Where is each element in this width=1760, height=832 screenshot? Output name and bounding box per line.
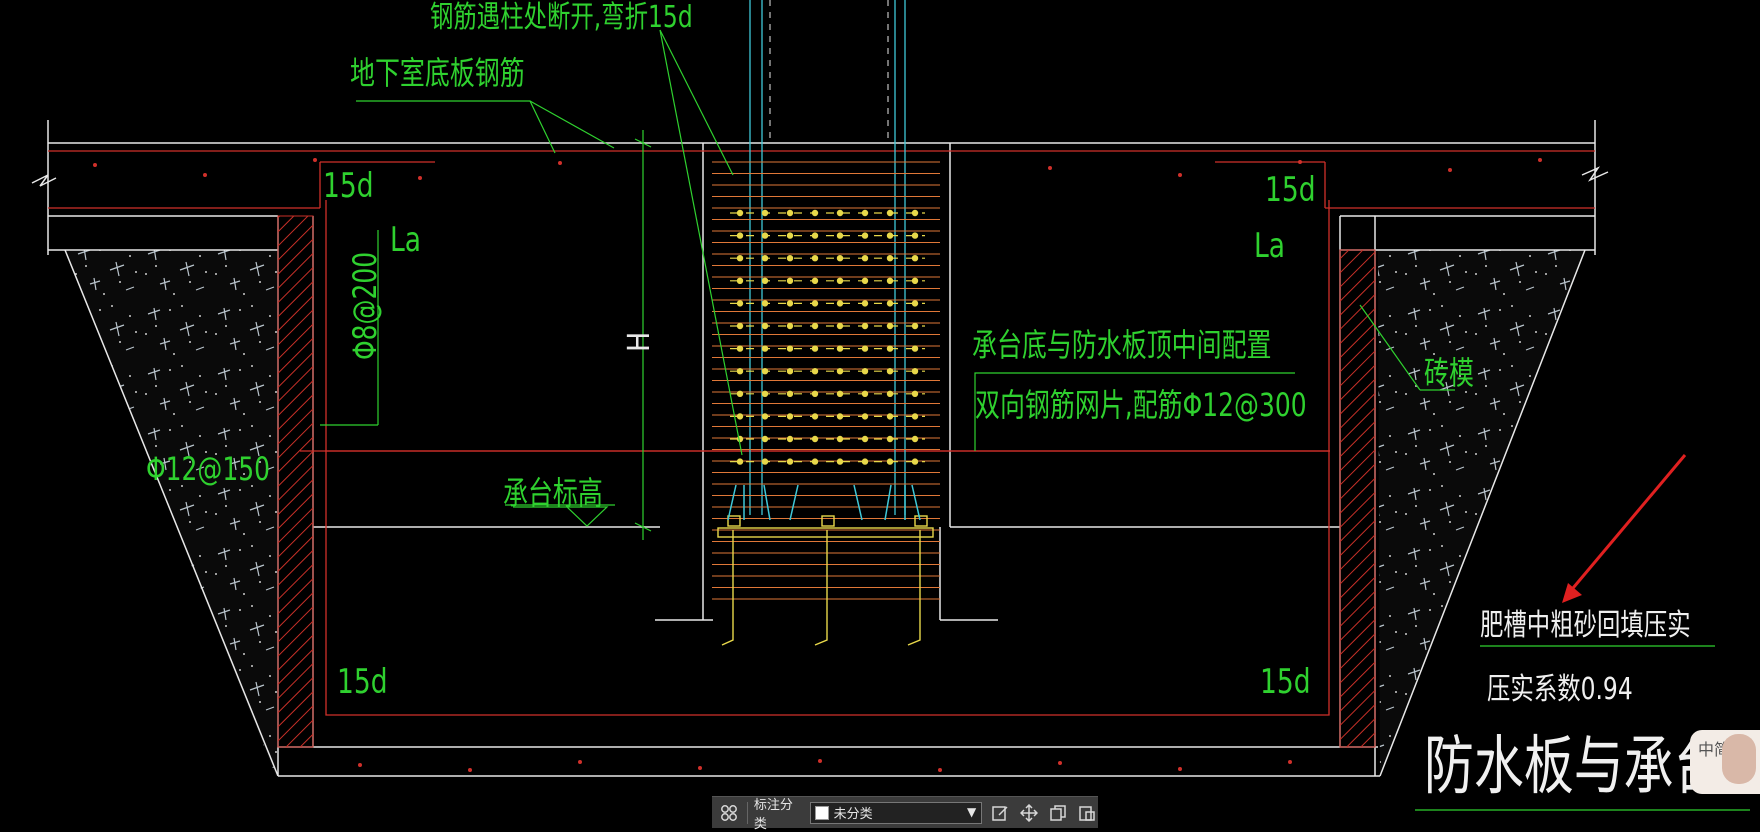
bolt-dot bbox=[786, 345, 794, 352]
red-arrow bbox=[1562, 454, 1687, 603]
bolt-dot bbox=[786, 435, 794, 443]
color-swatch bbox=[814, 805, 829, 820]
bolt-dot bbox=[736, 255, 744, 262]
bolt-dot bbox=[836, 435, 844, 443]
bolt-dot bbox=[836, 322, 844, 330]
label-15d-top-left: 15d bbox=[323, 166, 374, 206]
classify-label: 标注分类 bbox=[753, 797, 793, 832]
note-compaction: 压实系数0.94 bbox=[1487, 672, 1633, 707]
bolt-dot bbox=[836, 458, 844, 465]
toolbar-divider bbox=[746, 801, 748, 824]
bolt-dot bbox=[736, 322, 744, 330]
label-left-bar: Φ12@150 bbox=[146, 450, 271, 488]
bolt-dot bbox=[786, 277, 794, 284]
note-backfill: 肥槽中粗砂回填压实 bbox=[1480, 608, 1691, 643]
bolt-dot bbox=[736, 277, 744, 284]
bolt-dot bbox=[836, 300, 844, 307]
label-cap-elevation: 承台标高 bbox=[503, 474, 603, 512]
bolt-dot bbox=[736, 368, 744, 375]
bolt-dot bbox=[786, 413, 794, 420]
bolt-dot bbox=[786, 232, 794, 239]
bolt-dot bbox=[836, 277, 844, 284]
bolt-dot bbox=[736, 390, 744, 397]
label-stirrup: Φ8@200 bbox=[346, 251, 384, 360]
label-15d-top-right: 15d bbox=[1265, 170, 1316, 210]
bolt-dot bbox=[786, 390, 794, 397]
category-value: 未分类 bbox=[833, 807, 873, 822]
label-brick-form: 砖模 bbox=[1424, 354, 1474, 392]
annotation-toolbar: 标注分类 未分类 ▼ bbox=[712, 796, 1098, 832]
label-dimension-h: H bbox=[622, 331, 657, 352]
ime-badge[interactable]: 中简 bbox=[1690, 730, 1760, 794]
label-15d-bottom-left: 15d bbox=[337, 662, 388, 702]
grid-icon[interactable] bbox=[718, 801, 741, 825]
column-dashed bbox=[769, 0, 889, 140]
bolt-dot bbox=[836, 209, 844, 217]
bolt-dot bbox=[736, 458, 744, 465]
label-mesh-note-1: 承台底与防水板顶中间配置 bbox=[972, 326, 1272, 364]
bolt-dot bbox=[786, 458, 794, 465]
bolt-dot bbox=[836, 232, 844, 239]
bolt-dot bbox=[736, 232, 744, 239]
bolt-dot bbox=[736, 300, 744, 307]
column-base-cyan bbox=[727, 484, 921, 521]
avatar bbox=[1722, 734, 1756, 784]
edit-icon[interactable] bbox=[988, 801, 1011, 825]
label-basement-floor-rebar: 地下室底板钢筋 bbox=[350, 54, 525, 92]
bolt-dot bbox=[786, 300, 794, 307]
bolt-dot bbox=[836, 368, 844, 375]
label-15d-bottom-right: 15d bbox=[1260, 662, 1311, 702]
move-icon[interactable] bbox=[1017, 801, 1040, 825]
bolt-dot bbox=[836, 345, 844, 352]
pier-stirrups bbox=[712, 161, 940, 600]
bolt-dot bbox=[736, 209, 744, 217]
paste-icon[interactable] bbox=[1075, 801, 1098, 825]
bolt-dot bbox=[836, 413, 844, 420]
base-plate bbox=[717, 515, 934, 646]
label-la-right: La bbox=[1254, 226, 1286, 266]
label-rebar-break: 钢筋遇柱处断开,弯折15d bbox=[430, 0, 693, 35]
bolt-dot bbox=[736, 345, 744, 352]
brick-wall-hatch bbox=[277, 215, 1376, 748]
category-select[interactable]: 未分类 ▼ bbox=[809, 801, 983, 824]
label-la-left: La bbox=[390, 220, 422, 260]
chevron-down-icon: ▼ bbox=[966, 804, 977, 819]
copy-icon[interactable] bbox=[1046, 801, 1069, 825]
bolt-dot bbox=[786, 209, 794, 217]
bolt-dot bbox=[736, 413, 744, 420]
bolt-dot bbox=[786, 255, 794, 262]
bolt-dot bbox=[786, 368, 794, 375]
label-mesh-note-2: 双向钢筋网片,配筋Φ12@300 bbox=[975, 386, 1307, 424]
bolt-dot bbox=[836, 255, 844, 262]
bolt-dot bbox=[836, 390, 844, 397]
bolt-dot bbox=[786, 322, 794, 330]
